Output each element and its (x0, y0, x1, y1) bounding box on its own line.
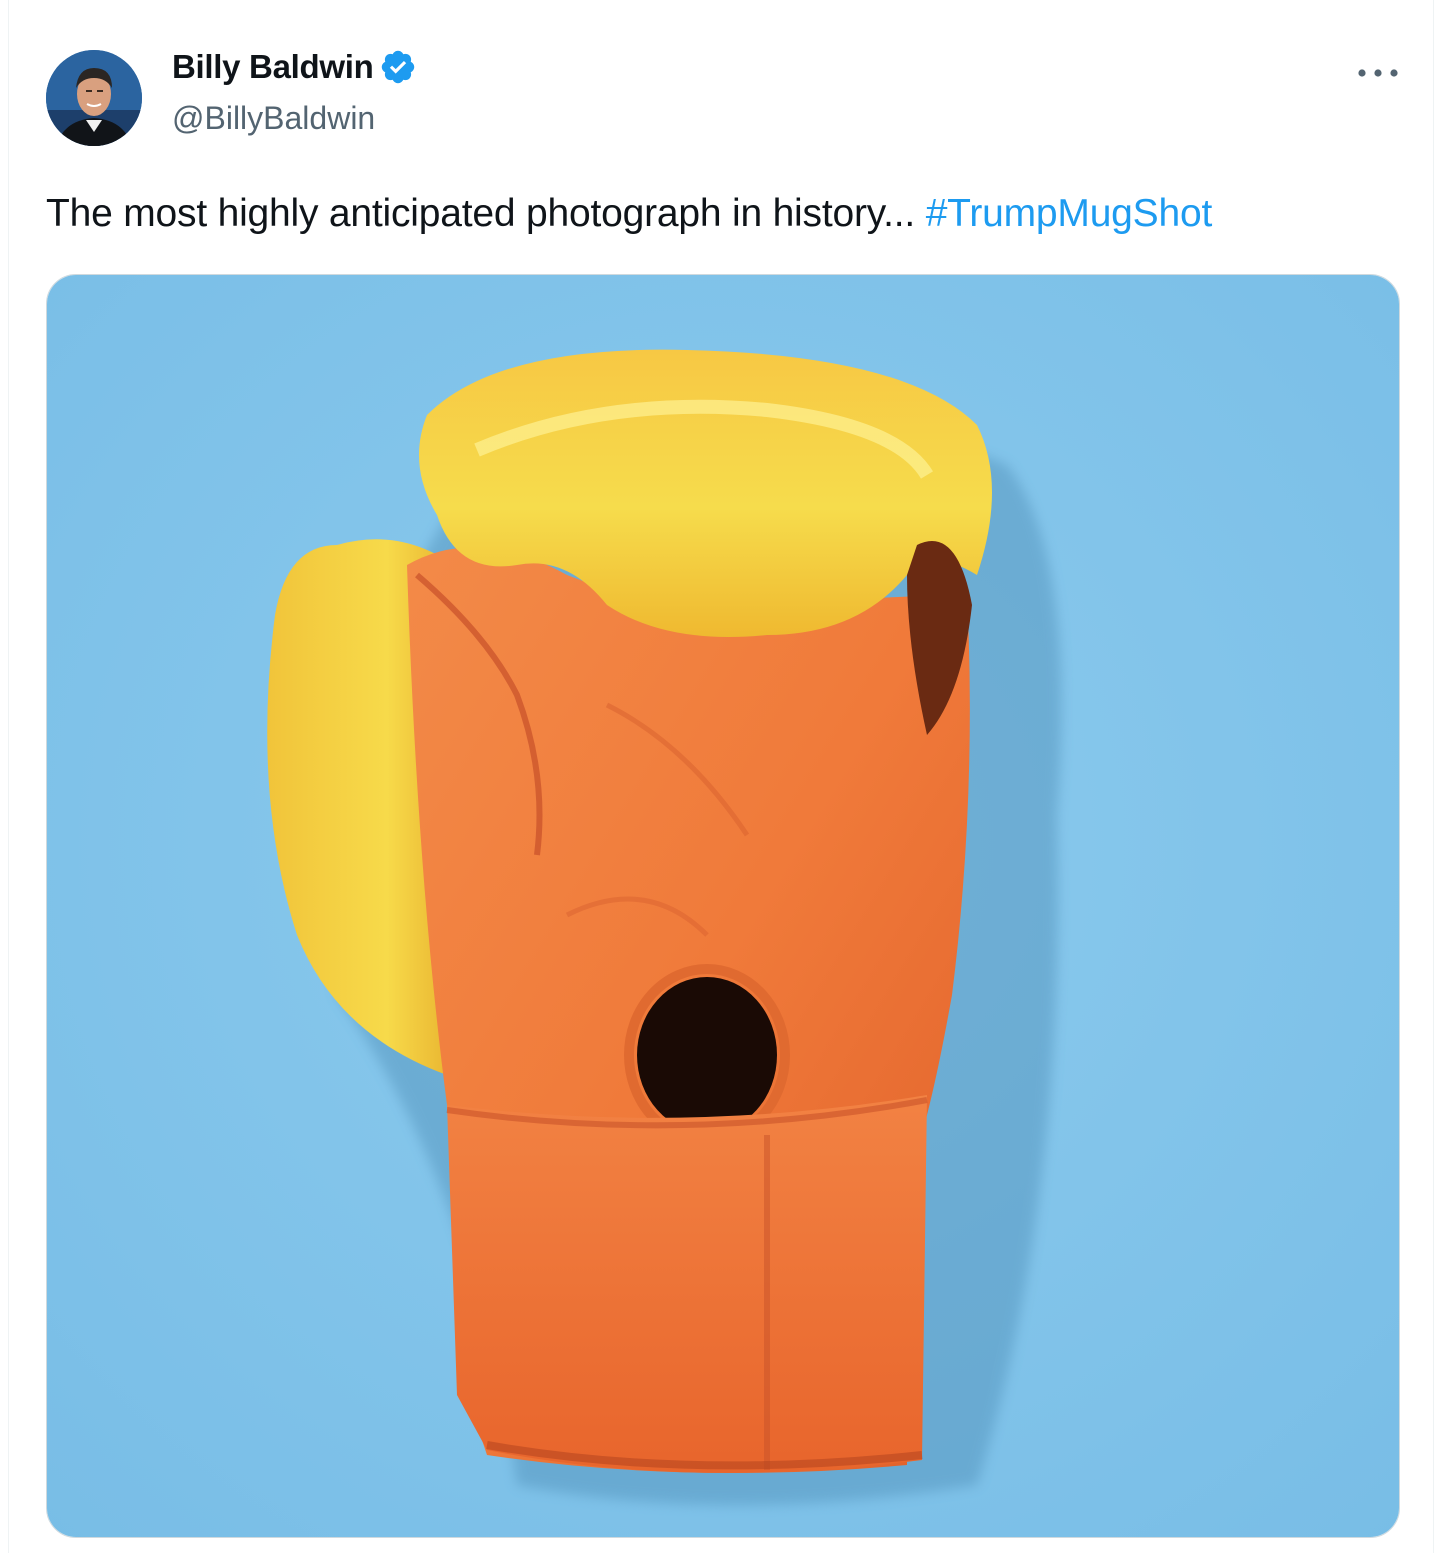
tweet-media-photo[interactable] (46, 274, 1400, 1538)
hashtag-link[interactable]: #TrumpMugShot (926, 192, 1213, 235)
author-name-row: Billy Baldwin (172, 48, 417, 86)
tweet-body: The most highly anticipated photograph i… (46, 192, 926, 235)
author-avatar[interactable] (46, 50, 142, 146)
author-display-name[interactable]: Billy Baldwin (172, 48, 374, 86)
more-horizontal-icon[interactable] (1356, 58, 1400, 88)
boxing-glove-image (47, 275, 1399, 1537)
author-handle[interactable]: @BillyBaldwin (172, 100, 375, 137)
tweet-text: The most highly anticipated photograph i… (46, 192, 1212, 236)
avatar-photo (46, 50, 142, 146)
verified-badge-icon[interactable] (379, 48, 417, 86)
